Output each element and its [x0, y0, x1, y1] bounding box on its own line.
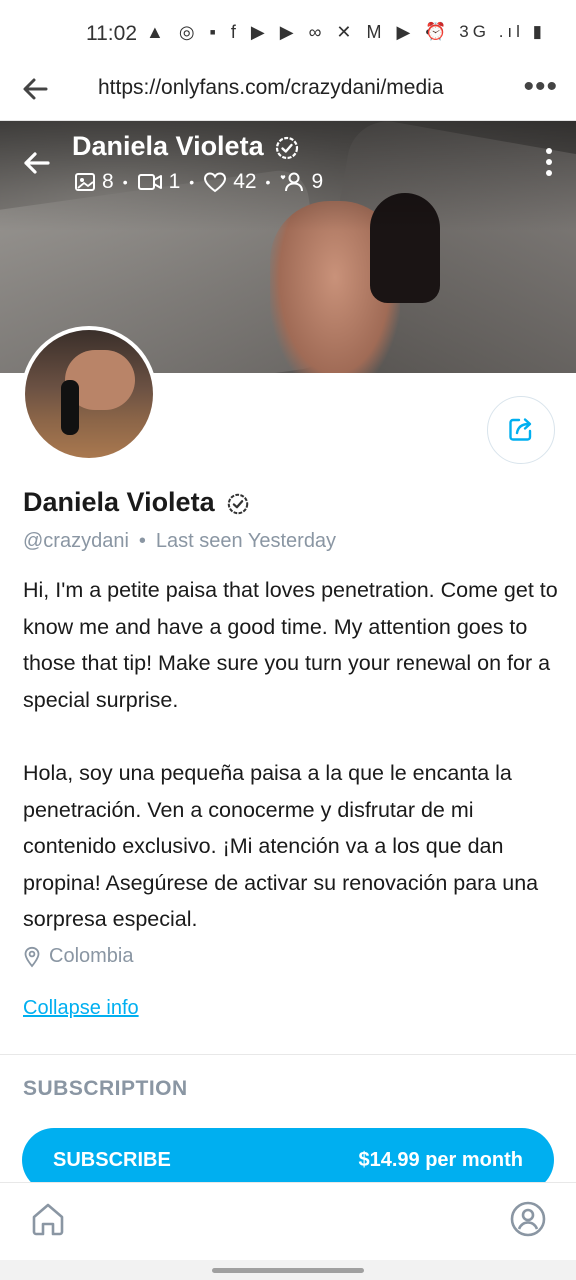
verified-badge-icon	[226, 492, 250, 516]
separator-dot: •	[138, 530, 146, 552]
gesture-bar	[0, 1260, 576, 1280]
home-icon[interactable]	[29, 1200, 67, 1243]
heart-icon	[204, 172, 227, 193]
photos-count: 8	[102, 170, 114, 193]
videos-stat: 1	[137, 170, 181, 194]
gesture-handle[interactable]	[212, 1268, 364, 1273]
avatar-image	[25, 330, 153, 458]
subscribe-label: SUBSCRIBE	[53, 1149, 171, 1171]
fans-icon	[281, 172, 304, 192]
subscription-section-title: SUBSCRIPTION	[23, 1077, 188, 1100]
divider	[0, 1054, 576, 1055]
bottom-nav	[0, 1182, 576, 1261]
url-text[interactable]: https://onlyfans.com/crazydani/media	[98, 76, 444, 100]
profile-name: Daniela Violeta	[23, 487, 215, 517]
cover-profile-name: Daniela Violeta	[72, 131, 264, 161]
location-pin-icon	[24, 946, 40, 967]
notification-icons: ▲ ◎ ▪ f ▶ ▶ ∞ ✕ M ▶ •	[146, 22, 437, 42]
handle-line: @crazydani • Last seen Yesterday	[23, 530, 336, 553]
share-icon	[509, 418, 532, 441]
location-text: Colombia	[49, 945, 134, 967]
back-arrow-icon[interactable]	[18, 145, 54, 181]
photos-stat: 8	[74, 170, 114, 194]
profile-bio: Hi, I'm a petite paisa that loves penetr…	[23, 572, 558, 938]
video-icon	[137, 174, 162, 190]
last-seen: Last seen Yesterday	[155, 530, 337, 552]
subscribe-price: $14.99 per month	[358, 1149, 523, 1171]
likes-count: 42	[233, 170, 257, 193]
profile-icon[interactable]	[509, 1200, 547, 1243]
browser-url-bar: https://onlyfans.com/crazydani/media •••	[0, 62, 576, 121]
image-icon	[75, 173, 95, 191]
share-button[interactable]	[487, 396, 555, 464]
status-bar: 11:02 ▲ ◎ ▪ f ▶ ▶ ∞ ✕ M ▶ • ⏰ 3G .ıl ▮	[0, 0, 576, 62]
cover-stats: 8 • 1 • 42 • 9	[74, 169, 323, 195]
profile-handle: @crazydani	[23, 530, 129, 552]
fans-stat: 9	[279, 170, 323, 194]
more-options-icon[interactable]	[544, 147, 554, 177]
browser-back-icon[interactable]	[18, 72, 52, 106]
browser-more-icon[interactable]: •••	[523, 70, 558, 104]
fans-count: 9	[311, 170, 324, 193]
collapse-info-link[interactable]: Collapse info	[23, 997, 139, 1020]
system-status-icons: ⏰ 3G .ıl ▮	[425, 22, 546, 41]
avatar[interactable]	[21, 326, 157, 462]
verified-badge-icon	[274, 135, 300, 161]
likes-stat: 42	[203, 170, 257, 194]
videos-count: 1	[168, 170, 181, 193]
bio-english: Hi, I'm a petite paisa that loves penetr…	[23, 578, 558, 712]
location: Colombia	[23, 945, 133, 968]
bio-spanish: Hola, soy una pequeña paisa a la que le …	[23, 761, 539, 931]
status-time: 11:02	[86, 22, 137, 45]
